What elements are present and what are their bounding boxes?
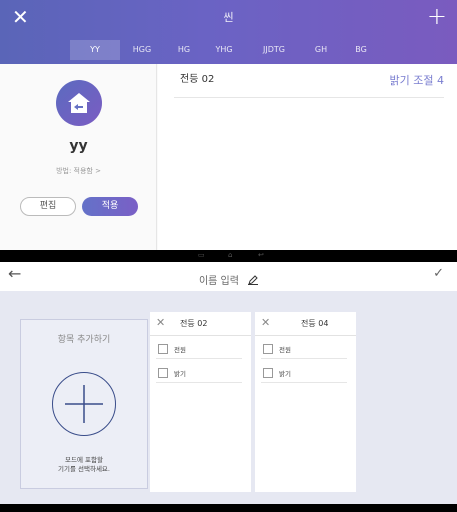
edit-scene-screen: ← 이름 입력 ✓ 항목 추가하기 모드에 포함할 기기를 선택하세요. ✕ 전… <box>0 262 457 504</box>
tab-jjdtg[interactable]: JJDTG <box>250 40 298 60</box>
home-nav-icon[interactable]: ⌂ <box>228 251 232 259</box>
desc-line-1: 모드에 포함할 <box>65 456 103 464</box>
add-item-button[interactable] <box>52 372 116 436</box>
device-list: 전등 02 밝기 조절 4 <box>158 64 457 250</box>
option-row[interactable]: 밝기 <box>261 363 347 383</box>
add-item-card[interactable]: 항목 추가하기 모드에 포함할 기기를 선택하세요. <box>20 319 148 489</box>
scene-screen: ✕ 씬 + YY HGG HG YHG JJDTG GH BG yy 방법: 적… <box>0 0 457 250</box>
option-label: 전원 <box>279 346 291 354</box>
pencil-icon[interactable] <box>248 274 259 285</box>
plus-icon[interactable]: + <box>427 3 447 29</box>
name-input-wrap: 이름 입력 <box>0 269 457 288</box>
mode-panel: yy 방법: 적용함 > 편집 적용 <box>0 64 157 250</box>
apply-button[interactable]: 적용 <box>82 197 138 216</box>
home-icon <box>68 93 90 113</box>
option-row[interactable]: 전원 <box>156 339 242 359</box>
checkbox[interactable] <box>158 368 168 378</box>
device-card-header: ✕ 전등 04 <box>255 312 356 336</box>
tab-hg[interactable]: HG <box>166 40 202 60</box>
plus-icon <box>65 385 103 423</box>
mode-tabs: YY HGG HG YHG JJDTG GH BG <box>0 40 457 60</box>
device-card-title: 전등 04 <box>301 319 329 328</box>
device-card-title: 전등 02 <box>180 319 208 328</box>
name-input[interactable]: 이름 입력 <box>199 276 239 287</box>
add-item-title: 항목 추가하기 <box>57 335 111 345</box>
option-row[interactable]: 전원 <box>261 339 347 359</box>
system-nav-bar <box>0 504 457 512</box>
checkbox[interactable] <box>263 368 273 378</box>
top-header: ✕ 씬 + YY HGG HG YHG JJDTG GH BG <box>0 0 457 64</box>
device-setting: 밝기 조절 4 <box>389 74 444 87</box>
recents-icon[interactable]: ▭ <box>198 251 205 259</box>
device-row[interactable]: 전등 02 밝기 조절 4 <box>174 64 444 98</box>
mode-name: yy <box>69 138 88 154</box>
edit-button[interactable]: 편집 <box>20 197 76 216</box>
checkbox[interactable] <box>263 344 273 354</box>
tab-yy[interactable]: YY <box>70 40 120 60</box>
edit-header: ← 이름 입력 ✓ <box>0 262 457 291</box>
mode-avatar <box>56 80 102 126</box>
checkbox[interactable] <box>158 344 168 354</box>
screen-title: 씬 <box>223 11 234 24</box>
tab-bg[interactable]: BG <box>344 40 378 60</box>
tab-gh[interactable]: GH <box>304 40 338 60</box>
check-icon[interactable]: ✓ <box>433 266 444 281</box>
remove-icon[interactable]: ✕ <box>261 316 270 329</box>
device-card-header: ✕ 전등 02 <box>150 312 251 336</box>
tab-hgg[interactable]: HGG <box>122 40 162 60</box>
desc-line-2: 기기를 선택하세요. <box>58 465 110 473</box>
tab-yhg[interactable]: YHG <box>204 40 244 60</box>
option-label: 밝기 <box>279 370 291 378</box>
option-label: 밝기 <box>174 370 186 378</box>
device-name: 전등 02 <box>180 74 215 85</box>
back-nav-icon[interactable]: ↩ <box>258 251 264 259</box>
remove-icon[interactable]: ✕ <box>156 316 165 329</box>
device-card: ✕ 전등 04 전원 밝기 <box>255 312 356 492</box>
mode-method-link[interactable]: 방법: 적용함 > <box>0 166 157 176</box>
option-label: 전원 <box>174 346 186 354</box>
system-nav-bar: ▭ ⌂ ↩ <box>0 250 457 262</box>
option-row[interactable]: 밝기 <box>156 363 242 383</box>
scene-body: yy 방법: 적용함 > 편집 적용 전등 02 밝기 조절 4 <box>0 64 457 250</box>
device-card: ✕ 전등 02 전원 밝기 <box>150 312 251 492</box>
add-item-description: 모드에 포함할 기기를 선택하세요. <box>21 456 147 474</box>
